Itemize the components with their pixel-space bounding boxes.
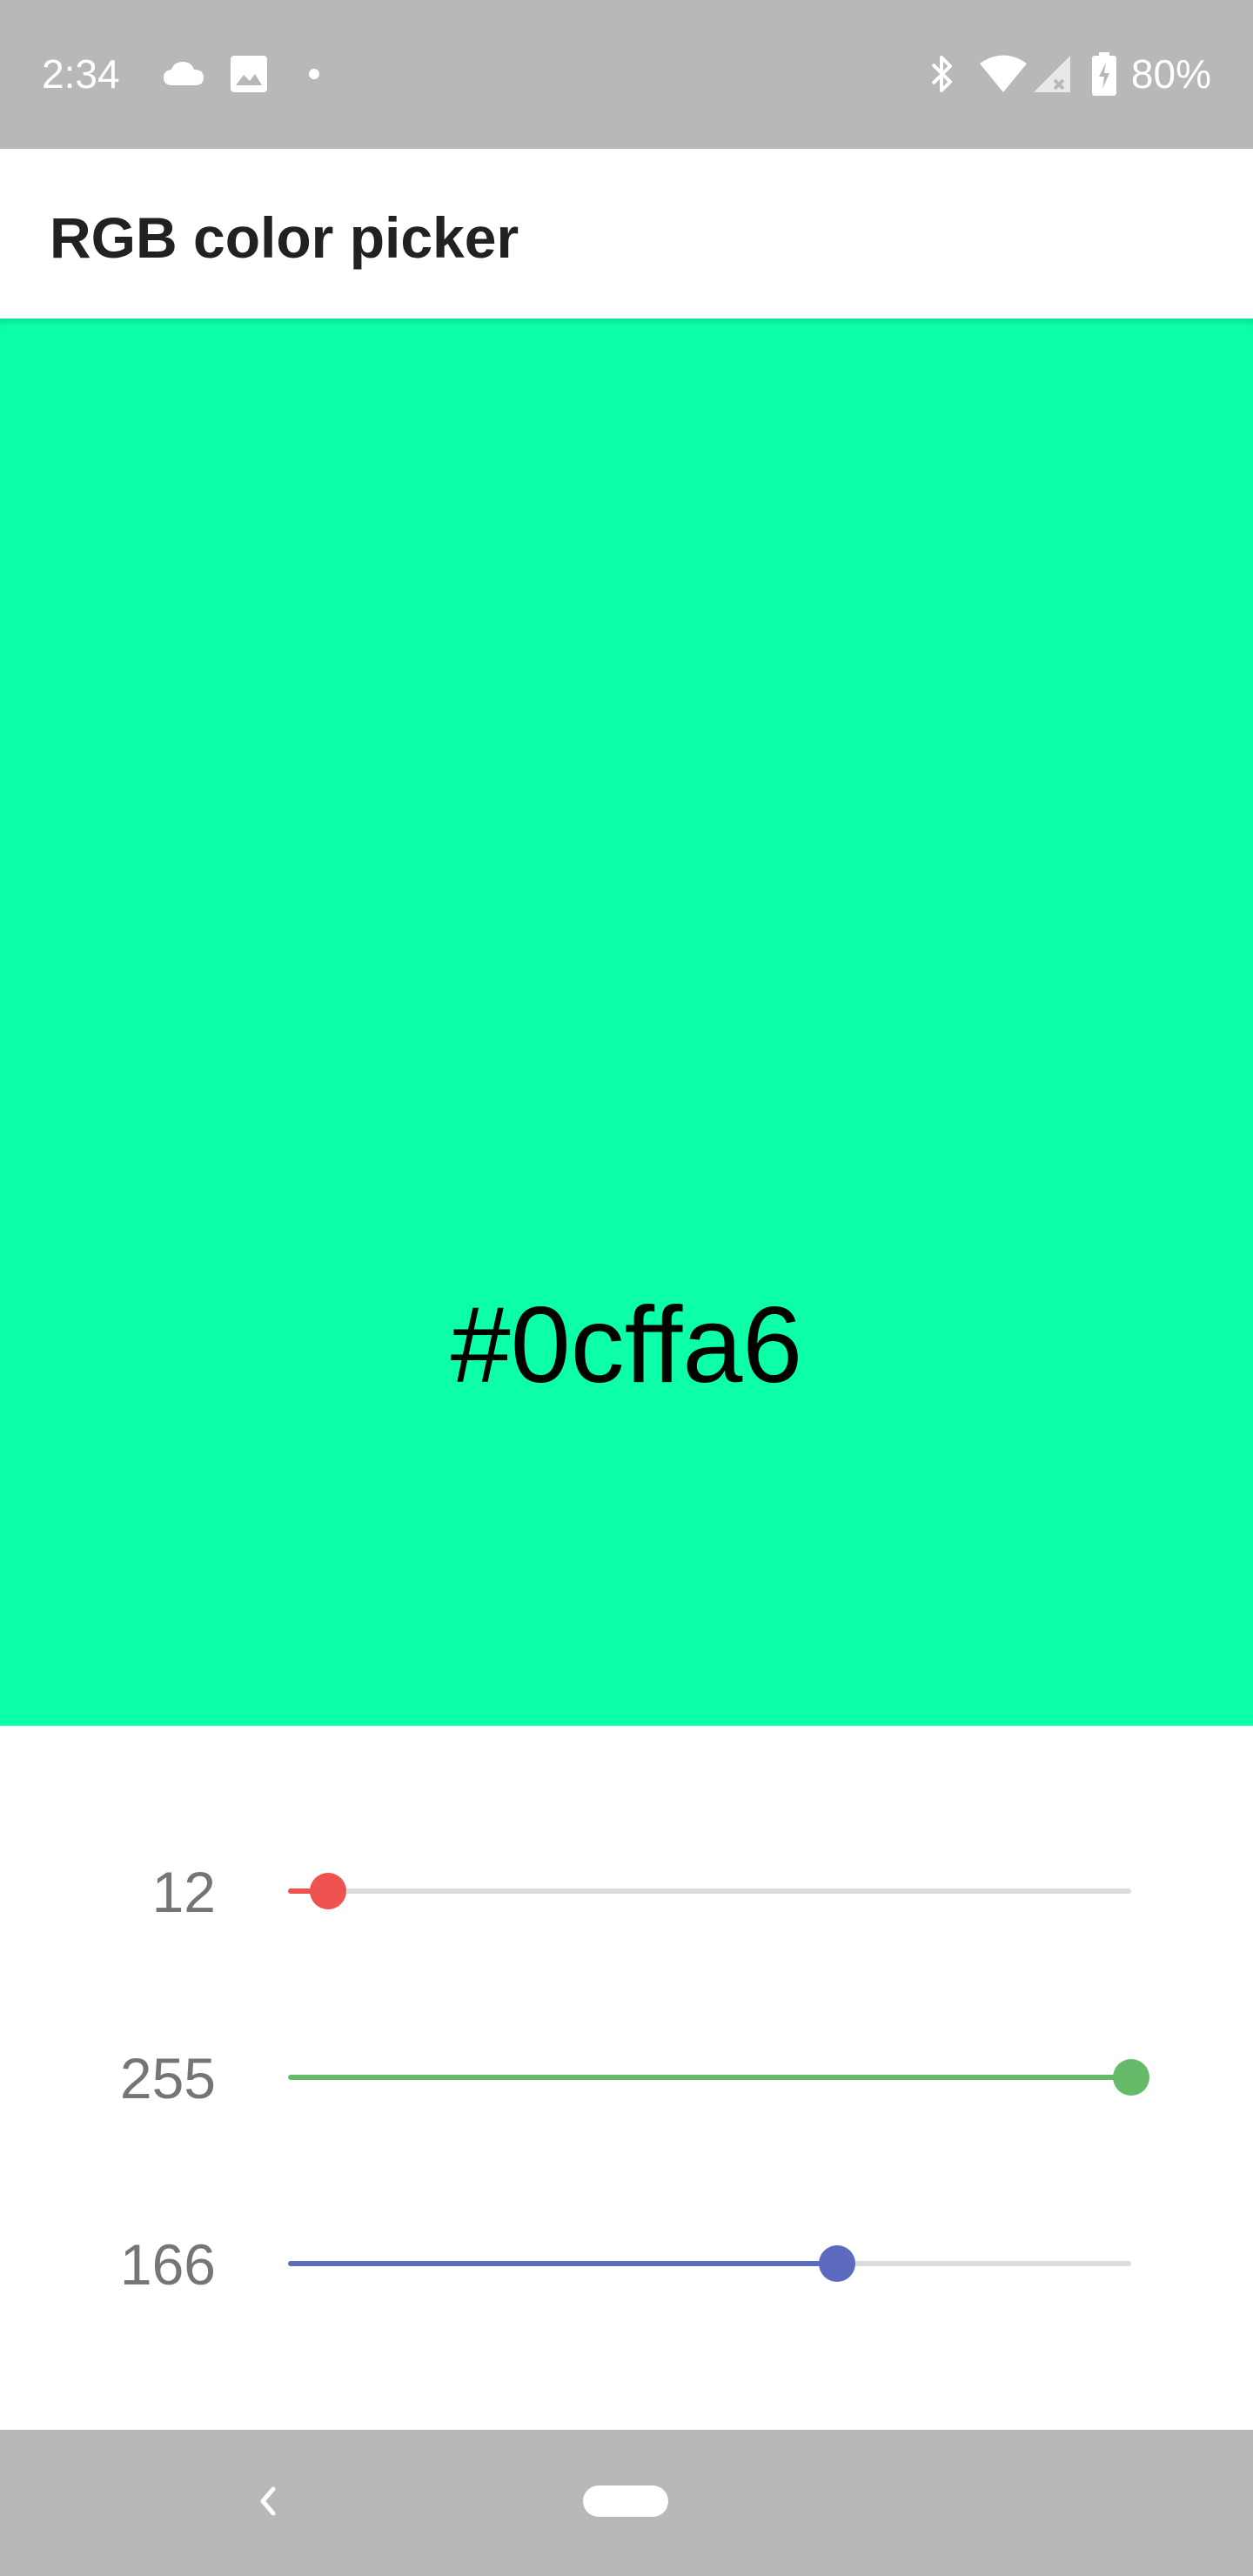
green-slider-fill <box>288 2075 1131 2080</box>
green-value-label: 255 <box>119 2046 216 2110</box>
signal-icon <box>1034 56 1070 92</box>
app-bar: RGB color picker <box>0 149 1253 319</box>
wifi-icon <box>980 55 1027 92</box>
color-preview: #0cffa6 <box>0 319 1253 1726</box>
red-slider-thumb[interactable] <box>309 1873 346 1909</box>
green-slider-row: 255 <box>0 2025 1253 2130</box>
cloud-icon <box>164 62 204 85</box>
red-value-label: 12 <box>151 1860 216 1924</box>
navigation-bar <box>0 2430 1253 2576</box>
red-slider-track[interactable] <box>288 1888 1131 1894</box>
green-slider-thumb[interactable] <box>1113 2059 1149 2096</box>
red-slider-row: 12 <box>0 1839 1253 1943</box>
battery-percent: 80% <box>1130 51 1211 97</box>
green-slider-track[interactable] <box>288 2075 1131 2080</box>
hex-color-label: #0cffa6 <box>450 1285 803 1405</box>
image-icon <box>231 56 267 92</box>
bluetooth-icon <box>931 56 952 92</box>
blue-value-label: 166 <box>119 2232 216 2297</box>
battery-icon <box>1092 52 1116 96</box>
blue-slider-thumb[interactable] <box>818 2245 855 2282</box>
app-title: RGB color picker <box>50 205 519 270</box>
home-button[interactable] <box>583 2485 668 2517</box>
status-time: 2:34 <box>42 51 120 97</box>
dot-icon <box>309 69 319 79</box>
blue-slider-row: 166 <box>0 2211 1253 2316</box>
status-bar: 2:34 80% <box>0 0 1253 149</box>
blue-slider-fill <box>288 2261 837 2266</box>
back-icon[interactable] <box>258 2484 278 2519</box>
blue-slider-track[interactable] <box>288 2261 1131 2266</box>
